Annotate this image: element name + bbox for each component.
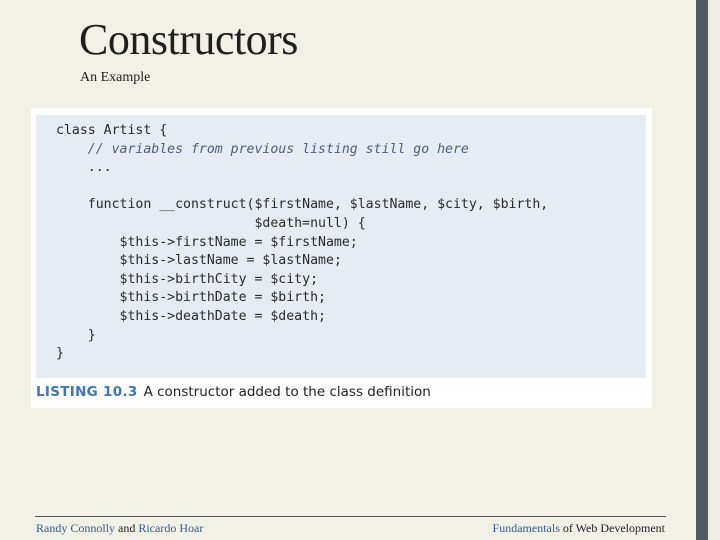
- code-line: $this->birthDate = $birth;: [56, 290, 326, 306]
- slide-subtitle: An Example: [80, 70, 151, 85]
- code-line: class Artist {: [56, 123, 168, 138]
- footer-divider: [35, 516, 666, 517]
- code-line: $this->firstName = $firstName;: [56, 234, 358, 250]
- listing-number: LISTING 10.3: [36, 384, 138, 400]
- footer-author-2: Ricardo Hoar: [138, 521, 204, 535]
- code-line: $death=null) {: [56, 215, 366, 231]
- code-line: $this->birthCity = $city;: [56, 271, 319, 287]
- code-line: function __construct($firstName, $lastNa…: [56, 197, 549, 213]
- code-line: $this->lastName = $lastName;: [56, 253, 342, 269]
- footer-book-title: Fundamentals of Web Development: [493, 521, 665, 536]
- code-line: $this->deathDate = $death;: [56, 308, 326, 324]
- footer-authors: Randy Connolly and Ricardo Hoar: [36, 521, 203, 536]
- code-comment-line: // variables from previous listing still…: [56, 141, 469, 157]
- code-listing: class Artist { // variables from previou…: [56, 122, 548, 364]
- side-accent-strip: [708, 0, 720, 540]
- footer-book-part-2: of Web Development: [559, 521, 665, 535]
- side-accent-bar: [696, 0, 708, 540]
- footer-and: and: [115, 521, 139, 535]
- code-line: }: [56, 346, 64, 362]
- footer-book-part-1: Fundamentals: [492, 521, 560, 535]
- slide-title: Constructors: [79, 15, 298, 64]
- listing-caption: LISTING 10.3 A constructor added to the c…: [36, 384, 431, 400]
- footer-author-1: Randy Connolly: [36, 521, 116, 535]
- listing-caption-text: A constructor added to the class definit…: [143, 384, 431, 400]
- code-line: ...: [56, 160, 112, 176]
- code-line: }: [56, 327, 96, 343]
